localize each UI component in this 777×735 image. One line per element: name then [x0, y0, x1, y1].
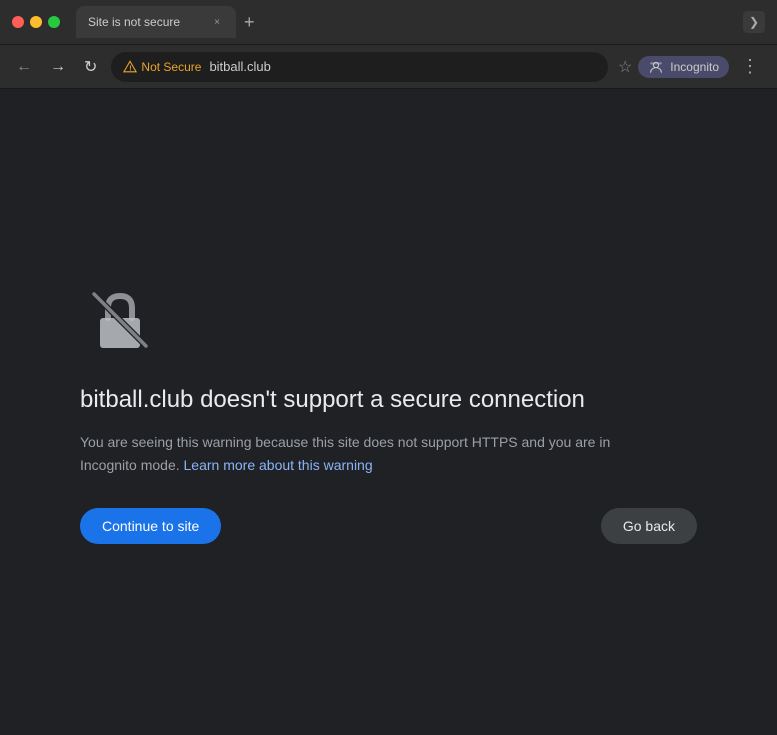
- continue-to-site-button[interactable]: Continue to site: [80, 508, 221, 544]
- incognito-label: Incognito: [670, 60, 719, 74]
- tab-title: Site is not secure: [88, 15, 202, 29]
- error-title: bitball.club doesn't support a secure co…: [80, 384, 585, 415]
- traffic-lights: [12, 16, 60, 28]
- titlebar: Site is not secure × + ❯: [0, 0, 777, 44]
- not-secure-badge: ! Not Secure: [123, 60, 201, 74]
- browser-menu-button[interactable]: ⋮: [735, 54, 765, 79]
- lock-icon-wrapper: [80, 280, 160, 360]
- tab-close-button[interactable]: ×: [210, 15, 224, 29]
- svg-text:!: !: [130, 65, 132, 72]
- address-bar-input[interactable]: ! Not Secure bitball.club: [111, 52, 608, 82]
- browser-tab[interactable]: Site is not secure ×: [76, 6, 236, 38]
- close-window-button[interactable]: [12, 16, 24, 28]
- error-page: bitball.club doesn't support a secure co…: [0, 89, 777, 735]
- tab-expand-button[interactable]: ❯: [743, 11, 765, 33]
- no-lock-icon: [84, 284, 156, 356]
- incognito-icon: [648, 59, 664, 75]
- button-row: Continue to site Go back: [80, 508, 697, 544]
- bookmark-button[interactable]: ☆: [618, 57, 632, 77]
- address-text: bitball.club: [209, 59, 270, 74]
- forward-button[interactable]: →: [46, 54, 70, 80]
- addressbar: ← → ↻ ! Not Secure bitball.club ☆ Incogn…: [0, 44, 777, 88]
- reload-button[interactable]: ↻: [80, 53, 101, 81]
- maximize-window-button[interactable]: [48, 16, 60, 28]
- error-description: You are seeing this warning because this…: [80, 431, 660, 476]
- learn-more-link[interactable]: Learn more about this warning: [184, 457, 373, 473]
- minimize-window-button[interactable]: [30, 16, 42, 28]
- tab-bar: Site is not secure × + ❯: [76, 6, 765, 38]
- not-secure-label: Not Secure: [141, 60, 201, 74]
- address-actions: ☆ Incognito ⋮: [618, 54, 765, 79]
- go-back-button[interactable]: Go back: [601, 508, 697, 544]
- new-tab-button[interactable]: +: [240, 9, 259, 35]
- warning-triangle-icon: !: [123, 60, 137, 74]
- incognito-button[interactable]: Incognito: [638, 56, 729, 78]
- back-button[interactable]: ←: [12, 54, 36, 80]
